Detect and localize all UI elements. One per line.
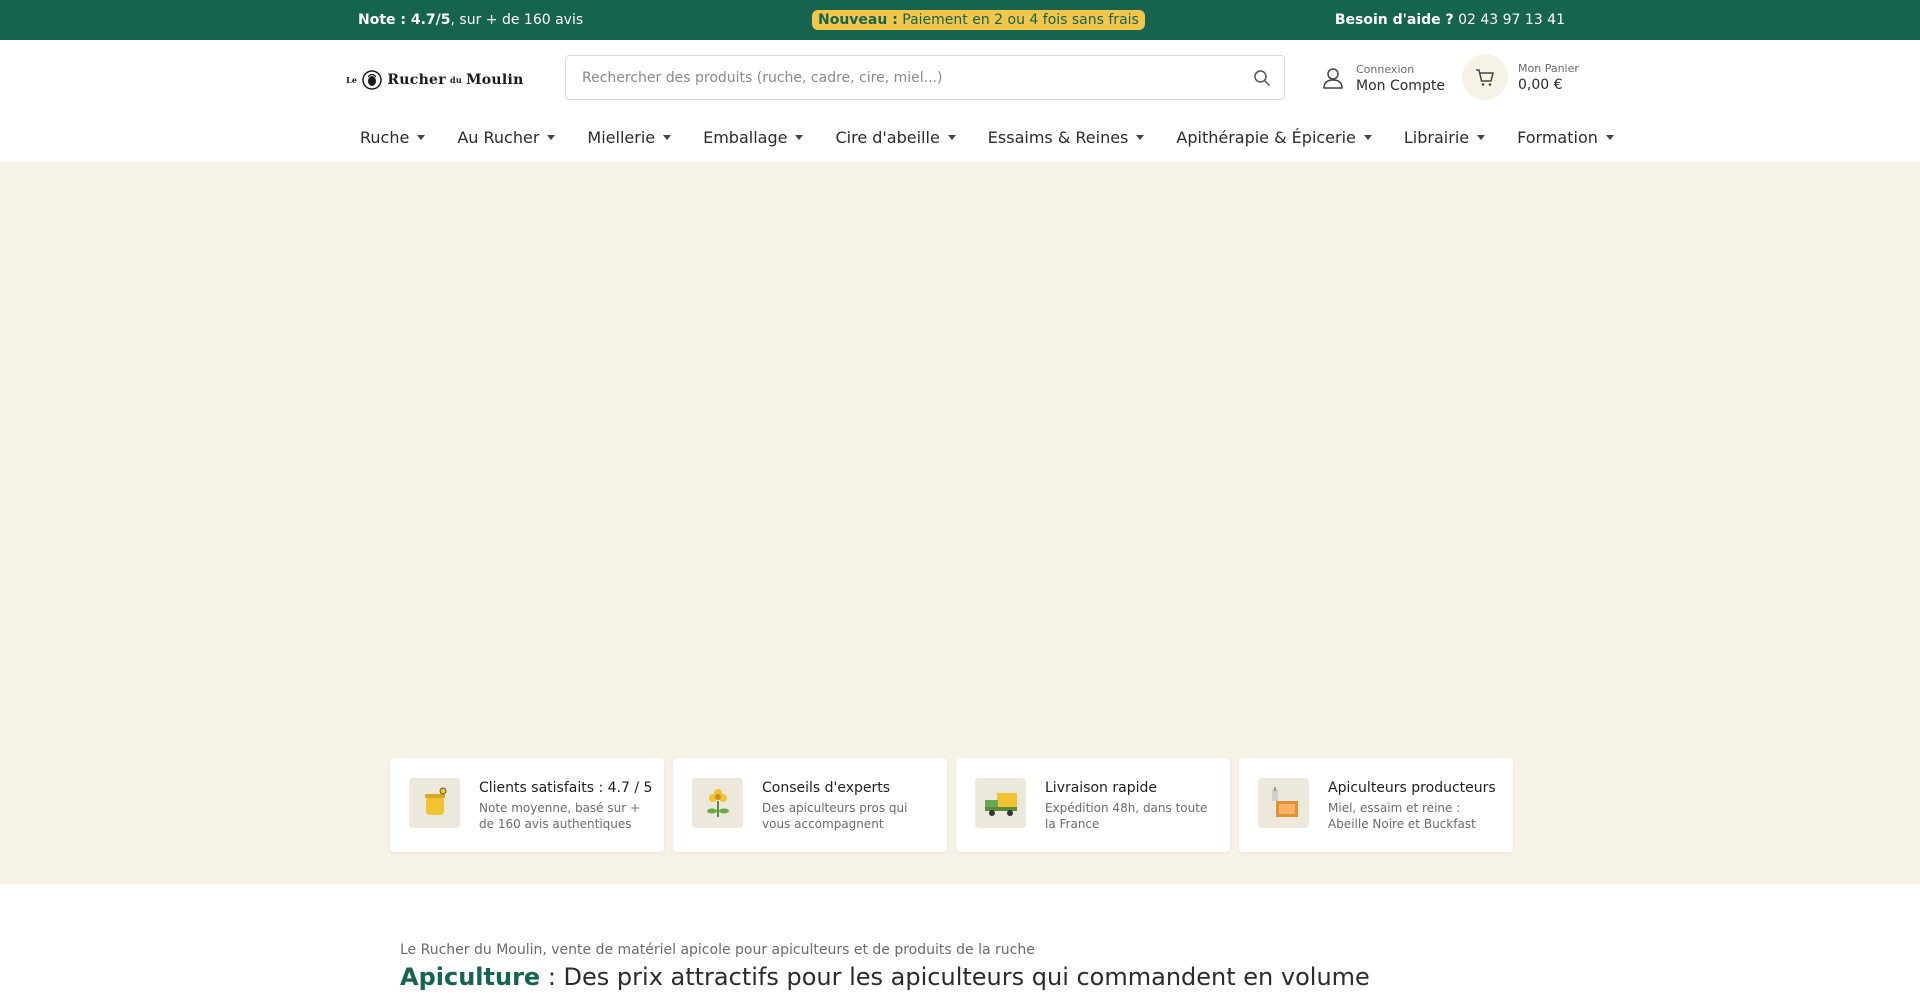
feature-description: Expédition 48h, dans toute la France [1045, 801, 1208, 831]
caret-down-icon [1363, 134, 1372, 140]
site-header: Le Rucher du Moulin Connexion Mon Compte [0, 40, 1920, 162]
features-row: Clients satisfaits : 4.7 / 5 Note moyenn… [390, 758, 1513, 852]
nav-item-label: Miellerie [587, 127, 656, 147]
nav-item-label: Essaims & Reines [987, 127, 1129, 147]
feature-title: Clients satisfaits : 4.7 / 5 [479, 780, 653, 796]
nav-item-label: Librairie [1403, 127, 1470, 147]
nav-item-label: Apithérapie & Épicerie [1176, 127, 1356, 147]
nav-item-cire[interactable]: Cire d'abeille [835, 122, 971, 152]
account-label: Mon Compte [1356, 77, 1445, 94]
nav-item-formation[interactable]: Formation [1517, 122, 1630, 152]
logo-suffix: Moulin [465, 72, 524, 88]
caret-down-icon [1605, 134, 1614, 140]
rating-rest: , sur + de 160 avis [450, 12, 584, 28]
feature-card: Apiculteurs producteurs Miel, essaim et … [1239, 758, 1513, 852]
honey-frame-icon [1258, 778, 1309, 828]
help-strong: Besoin d'aide ? [1334, 12, 1454, 28]
cart-icon-wrapper [1462, 54, 1508, 100]
promo-rest: Paiement en 2 ou 4 fois sans frais [897, 12, 1139, 28]
top-announcement-bar: Note : 4.7/5, sur + de 160 avis Nouveau … [0, 0, 1920, 40]
cart-total: 0,00 € [1518, 76, 1563, 93]
feature-card: Conseils d'experts Des apiculteurs pros … [673, 758, 947, 852]
caret-down-icon [547, 134, 556, 140]
account-login-label: Connexion [1356, 62, 1415, 76]
help-info[interactable]: Besoin d'aide ? 02 43 97 13 41 [1331, 12, 1565, 28]
main-navigation: Ruche Au Rucher Miellerie Emballage Cire… [360, 122, 1646, 152]
nav-item-au-rucher[interactable]: Au Rucher [457, 122, 571, 152]
logo-text: Rucher [387, 72, 446, 88]
intro-subtitle: Le Rucher du Moulin, vente de matériel a… [400, 942, 1035, 958]
feature-title: Livraison rapide [1045, 780, 1157, 796]
promo-badge: Nouveau : Paiement en 2 ou 4 fois sans f… [812, 10, 1145, 30]
nav-item-miellerie[interactable]: Miellerie [587, 122, 687, 152]
rating-info: Note : 4.7/5, sur + de 160 avis [354, 12, 583, 28]
caret-down-icon [795, 134, 804, 140]
feature-description: Note moyenne, basé sur + de 160 avis aut… [479, 801, 641, 831]
flower-icon [692, 778, 743, 828]
logo-prefix: Le [346, 75, 358, 85]
account-text: Connexion Mon Compte [1356, 63, 1445, 94]
cart-label: Mon Panier [1518, 61, 1579, 75]
feature-card: Livraison rapide Expédition 48h, dans to… [956, 758, 1230, 852]
caret-down-icon [417, 134, 426, 140]
nav-item-label: Emballage [703, 127, 788, 147]
feature-description: Des apiculteurs pros qui vous accompagne… [762, 801, 908, 831]
help-phone[interactable]: 02 43 97 13 41 [1454, 12, 1565, 28]
caret-down-icon [947, 134, 956, 140]
nav-item-emballage[interactable]: Emballage [703, 122, 819, 152]
search-icon[interactable] [1252, 68, 1272, 88]
cart-icon [1476, 69, 1494, 86]
site-logo[interactable]: Le Rucher du Moulin [346, 68, 524, 92]
intro-title-rest: : Des prix attractifs pour les apiculteu… [540, 963, 1370, 991]
caret-down-icon [1136, 134, 1145, 140]
nav-item-label: Cire d'abeille [835, 127, 940, 147]
caret-down-icon [1477, 134, 1486, 140]
promo-strong: Nouveau : [818, 12, 898, 28]
rating-strong: Note : 4.7/5 [358, 12, 451, 28]
honey-jar-icon [409, 778, 460, 828]
account-link[interactable]: Connexion Mon Compte [1320, 58, 1445, 98]
delivery-truck-icon [975, 778, 1026, 828]
nav-item-label: Au Rucher [457, 127, 540, 147]
feature-card: Clients satisfaits : 4.7 / 5 Note moyenn… [390, 758, 664, 852]
intro-title-strong: Apiculture [400, 963, 541, 991]
bee-logo-icon [362, 70, 383, 90]
nav-item-librairie[interactable]: Librairie [1404, 122, 1501, 152]
feature-description: Miel, essaim et reine : Abeille Noire et… [1328, 801, 1476, 831]
feature-title: Conseils d'experts [762, 780, 891, 796]
nav-item-label: Formation [1517, 127, 1598, 147]
cart-link[interactable]: Mon Panier 0,00 € [1462, 54, 1579, 100]
user-icon [1323, 68, 1343, 89]
nav-item-apitherapie[interactable]: Apithérapie & Épicerie [1176, 122, 1388, 152]
nav-item-ruche[interactable]: Ruche [360, 122, 441, 152]
intro-title: Apiculture : Des prix attractifs pour le… [400, 963, 1370, 991]
logo-mid: du [449, 75, 462, 85]
caret-down-icon [663, 134, 672, 140]
cart-text: Mon Panier 0,00 € [1518, 62, 1579, 93]
search-input[interactable] [582, 56, 1232, 99]
search-bar [565, 55, 1285, 100]
nav-item-label: Ruche [360, 127, 410, 147]
nav-item-essaims-reines[interactable]: Essaims & Reines [988, 122, 1161, 152]
feature-title: Apiculteurs producteurs [1328, 780, 1496, 796]
